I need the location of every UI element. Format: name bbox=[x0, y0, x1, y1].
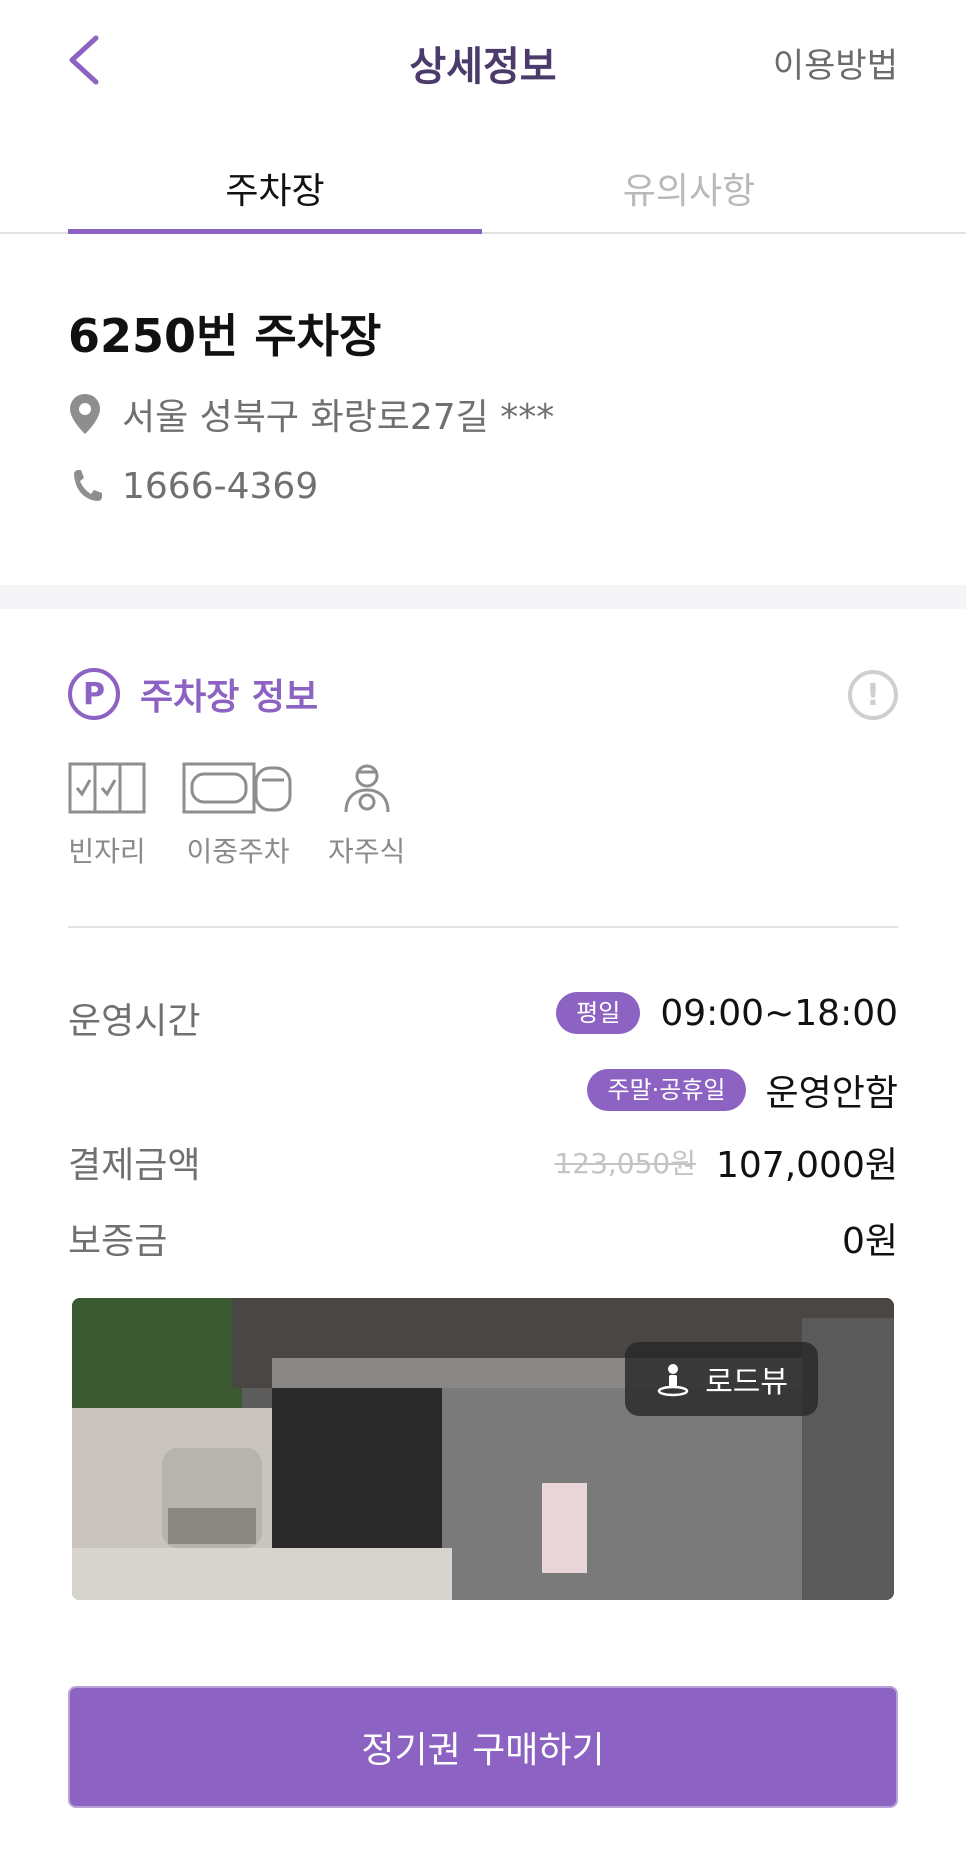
weekend-hours: 운영안함 bbox=[765, 1073, 898, 1114]
feature-self-parking: 자주식 bbox=[328, 762, 405, 870]
feature-label-vacancy: 빈자리 bbox=[68, 835, 146, 868]
street-photo[interactable]: 로드뷰 bbox=[72, 1298, 894, 1600]
section-divider bbox=[0, 585, 966, 609]
purchase-pass-button[interactable]: 정기권 구매하기 bbox=[68, 1686, 898, 1808]
parking-p-icon: P bbox=[68, 668, 120, 720]
howto-button[interactable]: 이용방법 bbox=[773, 38, 898, 87]
deposit-value: 0원 bbox=[841, 1221, 898, 1262]
feature-label-self-parking: 자주식 bbox=[328, 835, 406, 868]
deposit-label: 보증금 bbox=[68, 1221, 168, 1262]
weekday-hours: 09:00~18:00 bbox=[660, 992, 898, 1034]
weekday-hours-row: 평일 09:00~18:00 bbox=[556, 992, 898, 1034]
divider-line bbox=[68, 926, 898, 928]
phone-number: 1666-4369 bbox=[122, 465, 319, 507]
price-value: 107,000원 bbox=[716, 1145, 898, 1186]
address-row: 서울 성북구 화랑로27길 *** bbox=[68, 388, 554, 440]
original-price: 123,050원 bbox=[554, 1147, 696, 1180]
deposit-row: 0원 bbox=[842, 1212, 898, 1264]
location-pin-icon bbox=[70, 394, 100, 434]
person-pin-icon bbox=[657, 1364, 689, 1397]
info-alert-icon[interactable]: ! bbox=[848, 670, 898, 720]
phone-row[interactable]: 1666-4369 bbox=[68, 464, 318, 508]
address-text: 서울 성북구 화랑로27길 *** bbox=[122, 397, 555, 438]
section-title: 주차장 정보 bbox=[140, 677, 319, 718]
lot-name: 6250번 주차장 bbox=[68, 309, 382, 363]
active-tab-indicator bbox=[68, 229, 482, 234]
tab-bar: 주차장 유의사항 bbox=[0, 150, 966, 234]
weekend-hours-row: 주말·공휴일 운영안함 bbox=[587, 1064, 898, 1116]
feature-vacancy: 빈자리 bbox=[68, 762, 146, 870]
double-parking-icon bbox=[182, 762, 292, 814]
feature-label-double-parking: 이중주차 bbox=[186, 835, 290, 868]
roadview-button[interactable]: 로드뷰 bbox=[625, 1342, 818, 1416]
checkbox-grid-icon bbox=[68, 762, 146, 814]
tab-notes[interactable]: 유의사항 bbox=[482, 162, 896, 214]
roadview-label: 로드뷰 bbox=[705, 1365, 788, 1400]
feature-double-parking: 이중주차 bbox=[182, 762, 294, 870]
price-row: 123,050원 107,000원 bbox=[554, 1136, 898, 1188]
weekend-pill: 주말·공휴일 bbox=[587, 1069, 746, 1111]
parking-info-header: P 주차장 정보 bbox=[68, 668, 318, 720]
self-parking-person-icon bbox=[344, 764, 390, 813]
hours-label: 운영시간 bbox=[68, 1001, 201, 1042]
header: 상세정보 이용방법 bbox=[0, 0, 966, 120]
price-label: 결제금액 bbox=[68, 1145, 201, 1186]
tab-parking-lot[interactable]: 주차장 bbox=[68, 162, 482, 214]
weekday-pill: 평일 bbox=[556, 992, 641, 1034]
phone-icon bbox=[74, 470, 102, 501]
